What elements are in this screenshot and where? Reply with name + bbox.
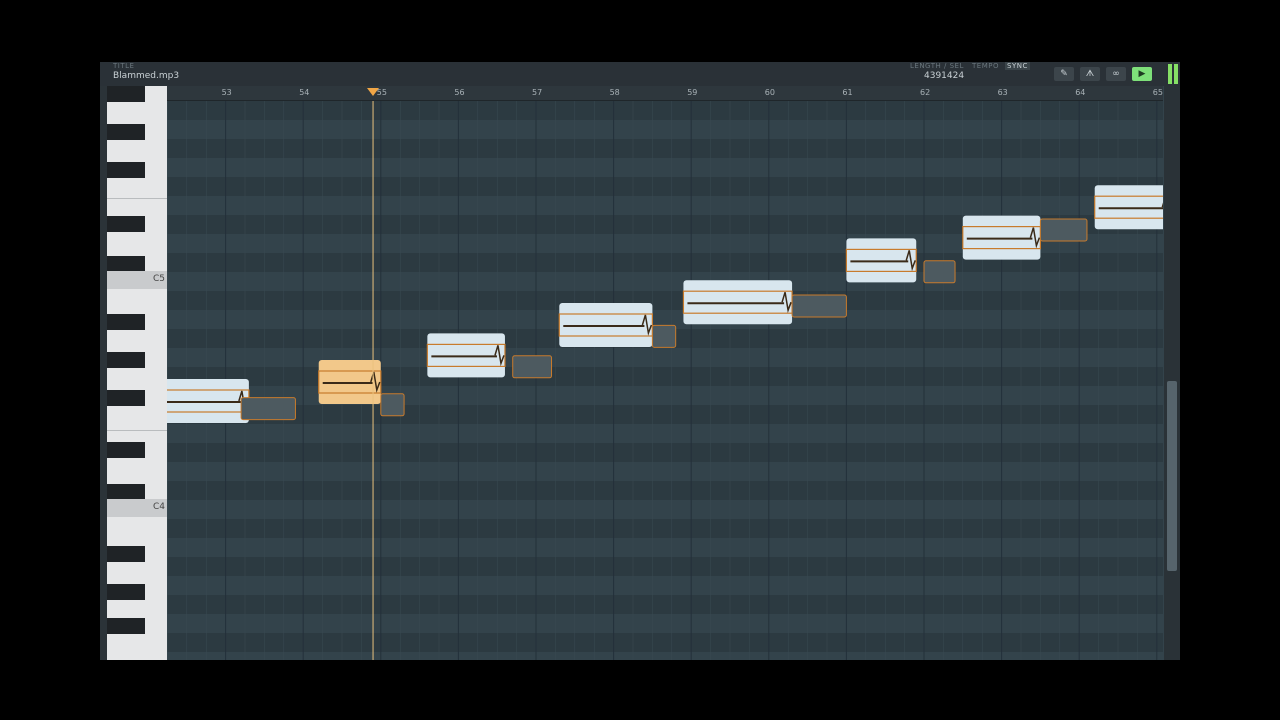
grid-row [167, 405, 1163, 424]
bar-number-65: 65 [1152, 88, 1163, 97]
bar-number-56: 56 [454, 88, 465, 97]
black-key[interactable] [107, 546, 145, 562]
note[interactable] [1094, 185, 1163, 230]
black-key[interactable] [107, 352, 145, 368]
grid-row [167, 633, 1163, 652]
select-tool-icon[interactable]: ✎ [1054, 67, 1074, 81]
grid-row [167, 177, 1163, 196]
bar-number-63: 63 [997, 88, 1008, 97]
c4-label: C4 [152, 502, 165, 512]
black-key[interactable] [107, 618, 145, 634]
grid-row [167, 443, 1163, 462]
pitch-tool-icon[interactable]: ᗑ [1080, 67, 1100, 81]
scrollbar-thumb[interactable] [1167, 381, 1177, 571]
note-selected[interactable] [318, 360, 382, 404]
black-key[interactable] [107, 390, 145, 406]
pitch-editor-window: TITLE Blammed.mp3 LENGTH / SEL 4391424 T… [100, 62, 1180, 660]
black-key[interactable] [107, 124, 145, 140]
black-key[interactable] [107, 442, 145, 458]
note[interactable] [558, 303, 654, 347]
key-divider [107, 198, 167, 199]
note[interactable] [651, 324, 677, 348]
note[interactable] [791, 294, 847, 318]
grid-row [167, 101, 1163, 120]
length-label: LENGTH / SEL [910, 62, 964, 70]
left-edge [100, 86, 107, 660]
sync-button[interactable]: SYNC [1005, 62, 1030, 70]
note[interactable] [1039, 218, 1088, 242]
grid-row [167, 481, 1163, 500]
black-key[interactable] [107, 484, 145, 500]
note[interactable] [682, 280, 793, 325]
play-tool-icon[interactable]: ▶ [1132, 67, 1152, 81]
header-bar: TITLE Blammed.mp3 LENGTH / SEL 4391424 T… [100, 62, 1180, 86]
black-key[interactable] [107, 162, 145, 178]
grid-row [167, 139, 1163, 158]
bar-number-59: 59 [687, 88, 698, 97]
title-value: Blammed.mp3 [113, 71, 180, 81]
bar-number-64: 64 [1075, 88, 1086, 97]
note[interactable] [923, 260, 956, 284]
tempo-label: TEMPO [972, 62, 999, 70]
tool-group: ✎ ᗑ ∞ ▶ [1054, 67, 1152, 81]
c5-label: C5 [152, 274, 165, 284]
grid-row [167, 367, 1163, 386]
note[interactable] [167, 379, 250, 423]
black-key[interactable] [107, 584, 145, 600]
grid-row [167, 557, 1163, 576]
grid-row [167, 595, 1163, 614]
link-tool-icon[interactable]: ∞ [1106, 67, 1126, 81]
bar-number-57: 57 [532, 88, 543, 97]
note[interactable] [845, 238, 917, 283]
grid-row [167, 291, 1163, 310]
title-label: TITLE [113, 62, 135, 70]
note-grid[interactable] [167, 101, 1163, 660]
black-key[interactable] [107, 216, 145, 232]
note[interactable] [512, 355, 553, 379]
bar-number-61: 61 [842, 88, 853, 97]
note[interactable] [426, 333, 506, 378]
black-key[interactable] [107, 314, 145, 330]
piano-keyboard[interactable]: C5 C4 [107, 86, 167, 660]
key-divider [107, 430, 167, 431]
timeline-ruler[interactable]: 53 54 55 56 57 58 59 60 61 62 63 64 65 [167, 86, 1163, 101]
grid-row [167, 519, 1163, 538]
length-value: 4391424 [924, 71, 965, 81]
note[interactable] [962, 215, 1041, 260]
note[interactable] [240, 397, 296, 421]
note[interactable] [380, 393, 405, 417]
playhead-marker[interactable] [367, 88, 380, 96]
level-meter [1168, 64, 1178, 84]
bar-number-58: 58 [609, 88, 620, 97]
bar-number-60: 60 [764, 88, 775, 97]
bar-number-53: 53 [221, 88, 232, 97]
bar-number-54: 54 [299, 88, 310, 97]
black-key[interactable] [107, 86, 145, 102]
bar-number-62: 62 [920, 88, 931, 97]
black-key[interactable] [107, 256, 145, 272]
vertical-scrollbar[interactable] [1164, 86, 1180, 660]
